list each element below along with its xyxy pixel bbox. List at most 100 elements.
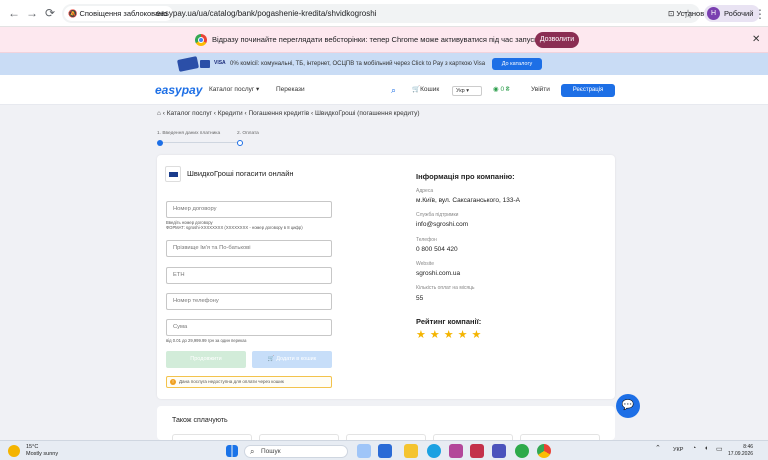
add-to-cart-button[interactable]: 🛒 Додати в кошик [252,351,332,368]
address-bar[interactable]: 🔕 Сповіщення заблоковано easypay.ua/ua/c… [62,4,716,23]
contract-number-input[interactable]: Номер договору [166,201,332,218]
profile-label: Робочий [724,9,754,18]
website-value[interactable]: sgroshi.com.ua [416,270,460,277]
back-icon[interactable]: ← [6,5,22,21]
address-label: Адреса [416,188,434,194]
app-icon[interactable] [515,444,529,458]
promo-catalog-button[interactable]: До каталогу [492,58,542,70]
support-label: Служба підтримки [416,212,459,218]
payment-steps: 1. Введення даних платника 2. Оплата [157,131,259,146]
transfers-link[interactable]: Перекази [276,75,305,105]
url-text[interactable]: easypay.ua/ua/catalog/bank/pogashenie-kr… [156,4,376,23]
search-label: Пошук [261,448,281,455]
weather-sun-icon[interactable] [8,445,20,457]
amount-hint: від 0.01 до 29,999.99 грн за один перека… [166,338,247,343]
warning-text: Дана послуга недоступна для оплати через… [179,379,284,384]
avatar: Н [707,7,720,20]
breadcrumb-item[interactable]: Каталог послуг [167,110,212,117]
promo-banner: VISA 0% комісії: комунальні, ТБ, інтерне… [0,53,768,75]
step-1-dot [157,140,163,146]
cart-label: Кошик [420,86,440,93]
close-icon[interactable]: ✕ [752,34,760,45]
language-select[interactable]: Укр ▾ [452,86,482,96]
company-info-heading: Інформація про компанію: [416,172,515,181]
cart-icon: 🛒 [412,86,421,93]
input-language[interactable]: УКР [673,447,683,453]
weather-temp: 15°C [26,444,39,450]
chat-bubble-icon[interactable]: 💬 [616,394,640,418]
notifications-blocked-label: Сповіщення заблоковано [79,9,168,18]
search-icon[interactable]: ⌕ [391,75,396,105]
step-track [160,142,240,143]
breadcrumb-current: ШвидкоГроші (погашення кредиту) [314,110,420,117]
balance-link[interactable]: ◉ 0 ₴ [493,75,510,105]
wifi-icon[interactable]: ◔ [692,445,696,452]
menu-dots-icon[interactable]: ⋮ [752,6,768,22]
weather-desc: Mostly sunny [26,451,59,457]
full-name-input[interactable]: Прізвище Ім'я та По-батькові [166,240,332,257]
payments-value: 55 [416,295,424,302]
phone-input[interactable]: Номер телефону [166,293,332,310]
infobar-text: Відразу починайте переглядати вебсторінк… [212,35,576,44]
rating-stars: ★★★★★ [416,329,486,341]
forward-icon[interactable]: → [24,5,40,21]
bookmark-star-icon[interactable]: ☆ [680,6,696,22]
cart-icon: 🛒 [267,356,277,362]
tray-chevron-icon[interactable]: ⌃ [655,444,661,452]
amount-input[interactable]: Сума [166,319,332,336]
website-label: Website [416,261,434,267]
breadcrumb-item[interactable]: Кредити [218,110,243,117]
battery-icon[interactable]: ▭ [716,445,723,453]
reload-icon[interactable]: ⟳ [42,5,58,21]
language-value: Укр [456,88,465,94]
bell-off-icon: 🔕 [68,9,80,18]
clock-time: 8:46 [743,444,754,450]
provider-logo [165,166,181,182]
payment-card: ШвидкоГроші погасити онлайн Номер догово… [157,155,615,399]
app-icon[interactable] [449,444,463,458]
support-email[interactable]: info@sgroshi.com [416,221,468,228]
payments-label: Кількість оплат на місяць [416,285,475,291]
tax-number-input[interactable]: ЕТН [166,267,332,284]
chevron-down-icon: ▾ [254,86,260,93]
search-icon: ⌕ [250,447,255,456]
site-header: easypay Каталог послуг ▾ Перекази ⌕ 🛒Кош… [0,75,768,105]
volume-icon[interactable]: ◖ [704,445,708,452]
chrome-infobar: Відразу починайте переглядати вебсторінк… [0,27,768,53]
login-link[interactable]: Увійти [531,75,550,105]
weather-widget[interactable]: 15°C Mostly sunny [26,444,58,458]
card-graphic-icon [176,56,200,72]
easypay-logo[interactable]: easypay [155,83,202,97]
continue-button[interactable]: Продовжити [166,351,246,368]
clock[interactable]: 8:46 17.09.2026 [728,444,753,458]
explorer-icon[interactable] [404,444,418,458]
form-title: ШвидкоГроші погасити онлайн [187,169,294,178]
breadcrumb: ⌂ ‹ Каталог послуг ‹ Кредити ‹ Погашення… [157,110,420,117]
breadcrumb-item[interactable]: Погашення кредитів [248,110,309,117]
cart-link[interactable]: 🛒Кошик [412,75,439,105]
taskbar-search[interactable]: ⌕ Пошук [244,445,348,458]
balance-value: 0 ₴ [500,86,510,93]
windows-start-icon[interactable] [226,445,238,457]
home-icon[interactable]: ⌂ [157,110,161,117]
allow-button[interactable]: Дозволити [535,32,579,48]
catalog-menu[interactable]: Каталог послуг ▾ [209,75,259,105]
taskview-icon[interactable] [357,444,371,458]
phone-label: Телефон [416,237,437,243]
cart-unavailable-warning: ! Дана послуга недоступна для оплати чер… [166,376,332,388]
visa-logo: VISA [214,60,226,66]
taskbar: 15°C Mostly sunny ⌕ Пошук ⌃ УКР ◔ ◖ ▭ 8:46… [0,440,768,460]
contract-format-hint: ФОРМАТ: sgroshi-XXXXXXXX (ХХХХХХХХ - ном… [166,225,303,230]
teams-icon[interactable] [492,444,506,458]
info-icon: ! [170,379,176,385]
chrome-taskbar-icon[interactable] [537,444,551,458]
phone-value[interactable]: 0 800 504 420 [416,246,458,253]
add-to-cart-label: Додати в кошик [276,356,317,362]
store-icon[interactable] [378,444,392,458]
register-button[interactable]: Реєстрація [561,84,615,97]
step-1-label: 1. Введення даних платника [157,131,221,136]
clock-date: 17.09.2026 [728,451,754,457]
rating-heading: Рейтинг компанії: [416,317,482,326]
app-icon[interactable] [470,444,484,458]
edge-icon[interactable] [427,444,441,458]
